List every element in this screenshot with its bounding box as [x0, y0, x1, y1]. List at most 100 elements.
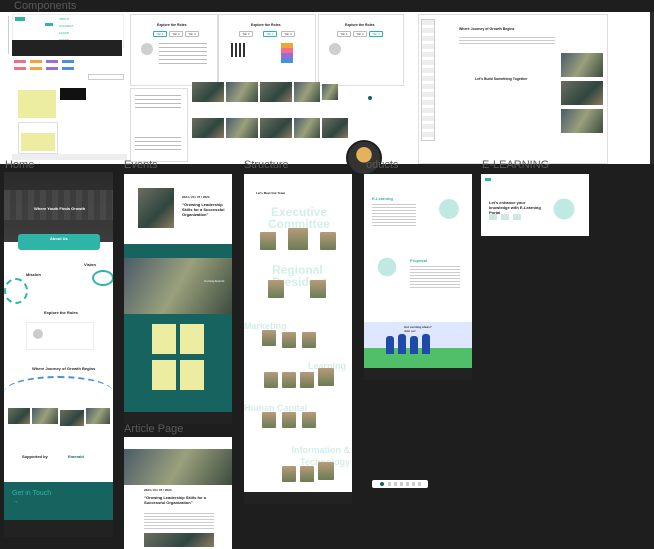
tab-3[interactable]: Tab 3 [185, 31, 199, 37]
dark-card [60, 88, 86, 100]
tab-1[interactable]: Tab 1 [153, 31, 167, 37]
home-photo [32, 408, 58, 424]
journey-photo [561, 53, 603, 77]
events-gallery: Coming Events [124, 244, 232, 414]
gallery-photo [192, 82, 224, 102]
carousel-dot[interactable] [368, 96, 372, 100]
home-photo [86, 408, 110, 424]
event-card[interactable] [152, 360, 176, 390]
home-photo [60, 410, 84, 426]
tab-1[interactable]: Tab 1 [337, 31, 351, 37]
gallery-photo [294, 118, 320, 138]
event-photo [138, 188, 174, 228]
tab-3[interactable]: Tab 3 [281, 31, 295, 37]
build-together-title: Let's Build Something Together [475, 77, 528, 81]
search-bar-component[interactable] [88, 74, 124, 80]
team-photo [268, 280, 284, 298]
team-photo [288, 228, 308, 250]
gallery-text-card [130, 88, 188, 162]
elearning-illustration [430, 194, 468, 224]
frame-label-home[interactable]: Home [5, 159, 34, 171]
pagination[interactable] [372, 480, 428, 488]
mission-label: Mission [26, 272, 41, 277]
gallery-photo [260, 118, 292, 138]
roles-card-2: Explore the Roles Tab 1 Tab 2 Tab 3 [218, 14, 316, 86]
home-frame: Where Youth Finds Growth About Us Missio… [4, 172, 113, 537]
roles-card [26, 322, 94, 350]
about-card: About Us [18, 234, 100, 250]
team-photo [262, 330, 276, 346]
nav-link-learn[interactable]: LEARN [59, 31, 69, 36]
frame-label-article[interactable]: Article Page [124, 423, 183, 435]
gallery-photo [322, 84, 338, 100]
structure-footer [244, 492, 352, 504]
course-chip[interactable] [489, 214, 497, 220]
proposal-text [410, 266, 460, 290]
elearning-illustration [545, 192, 583, 226]
event-card[interactable] [180, 324, 204, 354]
elearning-headline: Let's enhance your knowledge with E-Lear… [489, 200, 541, 215]
tab-2[interactable]: Tab 2 [169, 31, 183, 37]
tab-1[interactable]: Tab 1 [239, 31, 253, 37]
proposal-label: Proposal [410, 258, 428, 263]
components-frame: ABOUT CONNECT LEARN GROW Explore the Rol… [0, 12, 650, 164]
team-photo [318, 368, 334, 386]
article-date: 2024 / 20 / 07 / 2023 [144, 488, 172, 492]
cta-banner: Got exciting ideas? Join us! [364, 302, 472, 368]
nav-active-pill [45, 23, 53, 26]
journey-path [4, 376, 113, 408]
eye-icon [92, 270, 113, 286]
gallery-photo [260, 82, 292, 102]
article-photo [144, 533, 214, 547]
nav-link-connect[interactable]: CONNECT [59, 24, 74, 29]
frame-label-components[interactable]: Components [14, 0, 76, 12]
tab-2[interactable]: Tab 2 [353, 31, 367, 37]
team-photo [264, 372, 278, 388]
tab-3[interactable]: Tab 3 [369, 31, 383, 37]
group-photo [124, 258, 232, 314]
team-photo [310, 280, 326, 298]
frame-label-products[interactable]: oducts [366, 159, 398, 171]
course-chip[interactable] [513, 214, 521, 220]
sponsor-logo[interactable]: Emerald [68, 454, 84, 459]
about-label: About Us [50, 236, 68, 241]
team-photo [318, 462, 334, 480]
team-photo [282, 412, 296, 428]
contact-section: Get in Touch → [4, 482, 113, 520]
roles-title: Explore the Roles [345, 23, 375, 27]
gallery-photo [226, 82, 258, 102]
frame-label-events[interactable]: Events [124, 159, 158, 171]
team-photo [300, 466, 314, 482]
journey-title: Where Journey of Growth Begins [459, 27, 515, 31]
products-footer [364, 368, 472, 380]
frame-label-elearning[interactable]: E-LEARNING [482, 159, 549, 171]
team-photo [282, 466, 296, 482]
nav-link-about[interactable]: ABOUT [59, 17, 69, 22]
mission-icon [4, 278, 28, 304]
journey-photo [561, 81, 603, 105]
gallery-photo [322, 118, 348, 138]
course-chip[interactable] [501, 214, 509, 220]
vertical-scrollbar[interactable] [650, 12, 654, 164]
tab-2[interactable]: Tab 2 [263, 31, 277, 37]
roles-title: Explore the Roles [44, 310, 78, 315]
elearning-frame: Let's enhance your knowledge with E-Lear… [481, 174, 589, 236]
home-footer [4, 520, 113, 537]
article-frame: 2024 / 20 / 07 / 2023 “Growing Leadershi… [124, 437, 232, 549]
event-card[interactable] [152, 324, 176, 354]
team-photo [262, 412, 276, 428]
gallery-photo [226, 118, 258, 138]
article-title: “Growing Leadership Skills for a Success… [144, 495, 207, 505]
event-title: “Growing Leadership Skills for a Success… [182, 202, 225, 217]
event-card[interactable] [180, 360, 204, 390]
journey-photo [561, 109, 603, 133]
elearning-label: E-Learning [372, 196, 393, 201]
team-photo [260, 232, 276, 250]
elearning-text [372, 204, 416, 228]
logo-mark [485, 178, 491, 181]
executive-heading: Executive Committee [267, 205, 330, 231]
home-photo [8, 408, 30, 424]
frame-label-structure[interactable]: Structure [244, 159, 289, 171]
get-in-touch-link[interactable]: Get in Touch → [12, 490, 52, 506]
gallery-photo [294, 82, 320, 102]
